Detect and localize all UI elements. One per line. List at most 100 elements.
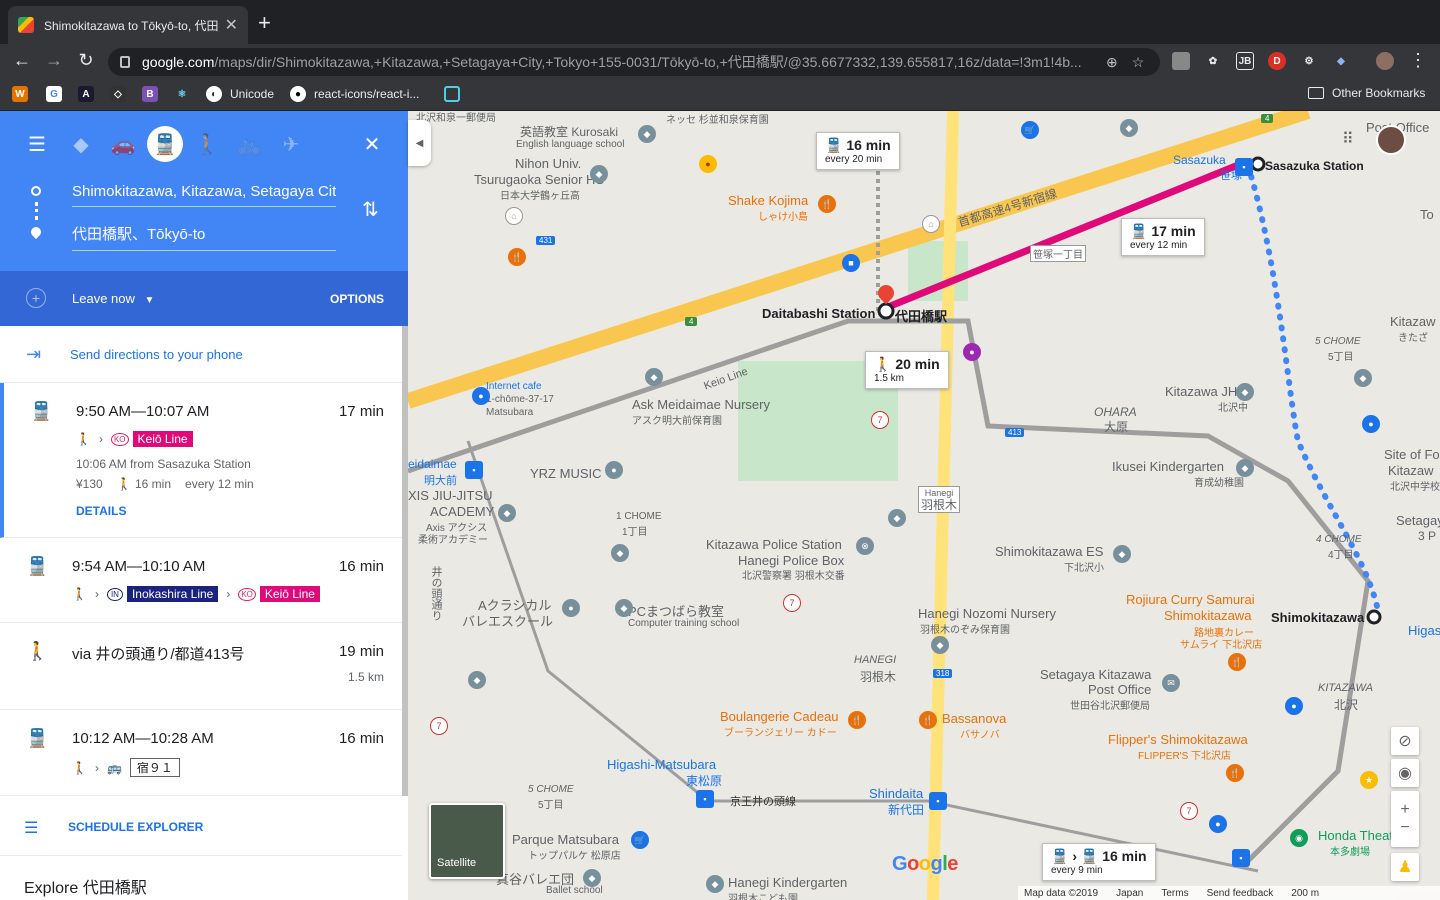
zoom-in-icon[interactable]: + <box>1400 801 1409 819</box>
zoom-control[interactable]: + − <box>1391 791 1419 847</box>
school-icon[interactable]: ◆ <box>498 504 516 522</box>
transit-icon[interactable]: 🚆 <box>147 126 183 162</box>
collapse-panel-button[interactable]: ◀ <box>408 120 431 166</box>
origin-input[interactable]: Shimokitazawa, Kitazawa, Setagaya City <box>72 183 336 207</box>
extension-icon[interactable]: ⚙ <box>1300 52 1318 70</box>
school-icon[interactable]: ◆ <box>645 368 663 386</box>
forward-icon[interactable]: → <box>42 50 66 71</box>
reload-icon[interactable]: ↻ <box>74 50 98 71</box>
place-icon[interactable]: ● <box>562 599 580 617</box>
add-destination-icon[interactable]: + <box>26 288 46 308</box>
store-icon[interactable]: ● <box>1362 415 1380 433</box>
address-bar[interactable]: google.com/maps/dir/Shimokitazawa,+Kitaz… <box>108 48 1160 76</box>
place-icon[interactable]: ● <box>472 387 490 405</box>
route-option-3[interactable]: 🚆 10:12 AM—10:28 AM 16 min 🚶 › 🚌 宿９１ <box>0 710 402 796</box>
leave-now-dropdown[interactable]: Leave now ▼ <box>72 291 154 306</box>
destination-input[interactable]: 代田橋駅、Tōkyō-to <box>72 223 336 251</box>
star-bookmark-icon[interactable]: ☆ <box>1132 54 1145 71</box>
school-icon[interactable]: ◆ <box>1354 369 1372 387</box>
home-icon[interactable]: ⌂ <box>505 207 523 225</box>
region-link[interactable]: Japan <box>1116 888 1143 899</box>
home-icon[interactable]: ⌂ <box>922 215 940 233</box>
flight-icon[interactable]: ✈ <box>276 129 306 159</box>
school-icon[interactable]: ◆ <box>615 599 633 617</box>
store-icon[interactable]: 🛒 <box>1021 121 1039 139</box>
swap-icon[interactable]: ⇅ <box>362 197 379 222</box>
restaurant-icon[interactable]: 🍴 <box>919 711 937 729</box>
new-tab-icon[interactable]: + <box>258 10 271 36</box>
transit-time-card[interactable]: 🚆 16 min every 20 min <box>816 132 900 170</box>
store-icon[interactable]: 🛒 <box>631 831 649 849</box>
url-text[interactable]: google.com/maps/dir/Shimokitazawa,+Kitaz… <box>142 52 1092 72</box>
school-icon[interactable]: ◆ <box>611 544 629 562</box>
convenience-store-icon[interactable]: 7 <box>871 411 889 429</box>
close-icon[interactable]: ✕ <box>357 129 387 159</box>
convenience-store-icon[interactable]: 7 <box>430 717 448 735</box>
school-icon[interactable]: ◆ <box>931 636 949 654</box>
restaurant-icon[interactable]: 🍴 <box>1228 653 1246 671</box>
convenience-store-icon[interactable]: 7 <box>783 594 801 612</box>
school-icon[interactable]: ◆ <box>1236 459 1254 477</box>
no-entry-icon[interactable]: ⊘ <box>1391 727 1419 755</box>
store-icon[interactable]: ● <box>1209 815 1227 833</box>
menu-icon[interactable]: ☰ <box>22 129 52 159</box>
send-to-phone-row[interactable]: ⇥ Send directions to your phone <box>0 326 402 383</box>
bus-stop-icon[interactable]: ■ <box>842 254 860 272</box>
install-icon[interactable]: ⊕ <box>1106 54 1118 71</box>
feedback-link[interactable]: Send feedback <box>1207 888 1274 899</box>
shopping-icon[interactable]: ● <box>963 343 981 361</box>
menu-kebab-icon[interactable]: ⋮ <box>1406 50 1430 71</box>
station-icon[interactable]: ▪ <box>1232 849 1250 867</box>
car-icon[interactable]: 🚗 <box>108 129 138 159</box>
school-icon[interactable]: ◆ <box>583 869 601 887</box>
apps-grid-icon[interactable]: ⠿ <box>1342 129 1354 149</box>
details-button[interactable]: DETAILS <box>76 504 126 518</box>
options-button[interactable]: OPTIONS <box>330 292 384 306</box>
extension-icon[interactable]: ◆ <box>1332 52 1350 70</box>
star-icon[interactable]: ★ <box>1360 771 1378 789</box>
terms-link[interactable]: Terms <box>1161 888 1188 899</box>
close-tab-icon[interactable]: ✕ <box>225 15 238 35</box>
transit-time-card[interactable]: 🚆 17 min every 12 min <box>1121 218 1205 256</box>
bookmark-bootstrap[interactable]: B <box>142 86 166 102</box>
school-icon[interactable]: ◆ <box>1113 545 1131 563</box>
bookmark-react[interactable]: ⚛ <box>174 86 198 102</box>
theater-icon[interactable]: ◉ <box>1290 829 1308 847</box>
satellite-toggle[interactable]: Satellite <box>429 803 505 879</box>
schedule-explorer-row[interactable]: ☰ SCHEDULE EXPLORER <box>0 796 402 856</box>
bookmark-a[interactable]: A <box>78 86 102 102</box>
station-icon[interactable]: ▪ <box>696 790 714 808</box>
restaurant-icon[interactable]: 🍴 <box>848 711 866 729</box>
bookmark-cyan[interactable] <box>444 86 468 102</box>
post-office-icon[interactable]: ✉ <box>1162 674 1180 692</box>
best-route-icon[interactable]: ◆ <box>66 129 96 159</box>
my-location-icon[interactable]: ◉ <box>1391 759 1419 787</box>
extension-icon[interactable]: JB <box>1236 52 1254 70</box>
school-icon[interactable]: ◆ <box>888 509 906 527</box>
school-icon[interactable]: ◆ <box>706 875 724 893</box>
route-option-1[interactable]: 🚆 9:50 AM—10:07 AM 17 min 🚶 › KO Keiō Lin… <box>0 383 402 538</box>
bookmark-w[interactable]: W <box>12 86 36 102</box>
restaurant-icon[interactable]: 🍴 <box>818 195 836 213</box>
station-icon[interactable]: ▪ <box>929 792 947 810</box>
map-canvas[interactable]: 英語教室 Kurosaki English language school Ni… <box>408 111 1440 900</box>
profile-avatar[interactable] <box>1376 52 1394 70</box>
bookmark-unicode[interactable]: ◐ Unicode <box>206 86 274 102</box>
account-avatar[interactable] <box>1376 125 1406 155</box>
restaurant-icon[interactable]: 🍴 <box>1226 764 1244 782</box>
route-option-walk[interactable]: 🚶 via 井の頭通り/都道413号 19 min 1.5 km <box>0 623 402 710</box>
store-icon[interactable]: ● <box>1285 697 1303 715</box>
restaurant-icon[interactable]: 🍴 <box>508 248 526 266</box>
zoom-out-icon[interactable]: − <box>1400 819 1409 837</box>
bike-icon[interactable]: 🚲 <box>234 129 264 159</box>
school-icon[interactable]: ◆ <box>638 125 656 143</box>
school-icon[interactable]: ◆ <box>1236 383 1254 401</box>
tab-google-maps[interactable]: Shimokitazawa to Tōkyō-to, 代田 ✕ <box>8 6 248 44</box>
transit-time-card[interactable]: 🚆 › 🚆 16 min every 9 min <box>1042 843 1156 881</box>
station-icon[interactable]: ▪ <box>1235 158 1253 176</box>
extension-icon[interactable]: ✿ <box>1204 52 1222 70</box>
store-icon[interactable]: ● <box>699 155 717 173</box>
station-icon[interactable]: ▪ <box>465 461 483 479</box>
school-icon[interactable]: ◆ <box>468 671 486 689</box>
convenience-store-icon[interactable]: 7 <box>1180 802 1198 820</box>
